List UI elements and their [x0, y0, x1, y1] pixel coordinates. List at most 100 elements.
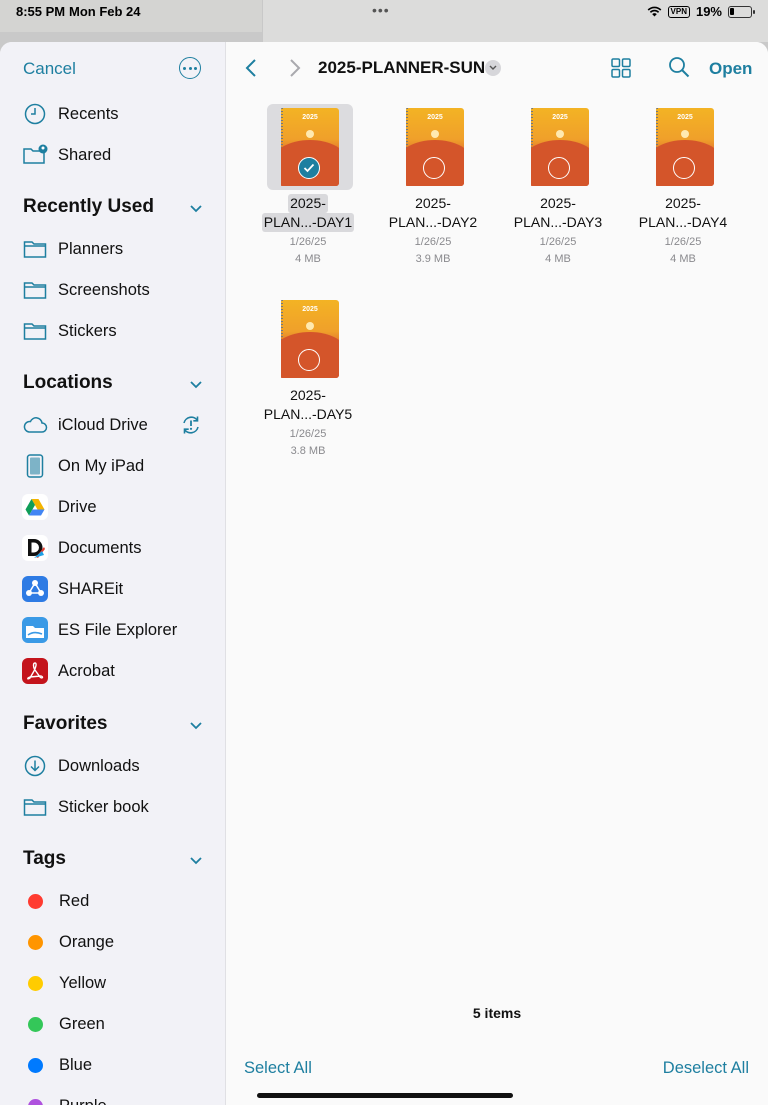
ipad-icon — [22, 453, 48, 479]
file-meta: 1/26/25 3.9 MB — [378, 234, 488, 268]
more-options-icon[interactable] — [179, 57, 201, 79]
cover-year: 2025 — [302, 306, 318, 313]
sidebar-item-shared[interactable]: Shared — [22, 140, 111, 170]
shareit-icon — [22, 576, 48, 602]
file-name: 2025- PLAN...-DAY3 — [513, 195, 603, 230]
chevron-down-icon[interactable] — [188, 377, 204, 393]
file-thumbnail[interactable]: 2025 — [517, 104, 603, 190]
file-date: 1/26/25 — [414, 236, 452, 248]
vpn-badge: VPN — [667, 5, 690, 18]
file-thumbnail[interactable]: 2025 — [642, 104, 728, 190]
clock-icon — [22, 101, 48, 127]
back-chevron-icon[interactable] — [242, 57, 260, 79]
sidebar-item-drive[interactable]: Drive — [22, 492, 97, 522]
file-meta: 1/26/25 3.8 MB — [253, 426, 363, 460]
selection-checkmark-icon[interactable] — [298, 157, 320, 179]
file-item-day1[interactable]: 2025 2025- PLAN...-DAY1 1/26/25 4 MB — [253, 104, 363, 265]
sidebar-item-acrobat[interactable]: Acrobat — [22, 656, 115, 686]
tag-color-dot — [28, 1016, 43, 1032]
sidebar-item-label: Sticker book — [58, 797, 149, 816]
sidebar-tag-orange[interactable]: Orange — [22, 927, 114, 957]
deselect-all-button[interactable]: Deselect All — [663, 1059, 749, 1078]
open-button[interactable]: Open — [709, 59, 752, 79]
file-size: 3.8 MB — [290, 445, 326, 457]
sidebar-item-shareit[interactable]: SHAREit — [22, 574, 123, 604]
file-item-day3[interactable]: 2025 2025- PLAN...-DAY3 1/26/25 4 MB — [503, 104, 613, 265]
selection-circle-icon[interactable] — [298, 349, 320, 371]
sidebar-item-label: Planners — [58, 239, 124, 258]
sidebar-item-sticker-book[interactable]: Sticker book — [22, 792, 149, 822]
cancel-button[interactable]: Cancel — [23, 59, 76, 79]
chevron-down-icon[interactable] — [188, 201, 204, 217]
tag-label: Red — [59, 891, 90, 910]
sidebar-item-label: Acrobat — [58, 661, 115, 680]
file-name: 2025- PLAN...-DAY5 — [263, 387, 353, 422]
sidebar-item-es-file-explorer[interactable]: ES File Explorer — [22, 615, 177, 645]
file-meta: 1/26/25 4 MB — [253, 234, 363, 268]
icloud-sync-warning-icon[interactable] — [180, 414, 202, 436]
item-count: 5 items — [472, 1005, 522, 1021]
folder-icon — [22, 236, 48, 262]
title-menu-chevron-icon[interactable] — [485, 60, 501, 76]
sidebar-item-documents[interactable]: Documents — [22, 533, 141, 563]
sidebar-item-label: Shared — [58, 145, 112, 164]
file-thumbnail[interactable]: 2025 — [392, 104, 478, 190]
search-icon[interactable] — [668, 56, 690, 78]
cover-year: 2025 — [302, 114, 318, 121]
cover-year: 2025 — [552, 114, 568, 121]
grid-view-icon[interactable] — [611, 58, 631, 78]
sidebar-item-on-my-ipad[interactable]: On My iPad — [22, 451, 144, 481]
multitasking-dots-icon[interactable]: ••• — [372, 2, 390, 18]
sidebar-item-label: On My iPad — [58, 456, 145, 475]
file-thumbnail[interactable]: 2025 — [267, 104, 353, 190]
file-size: 3.9 MB — [415, 253, 451, 265]
cover-year: 2025 — [427, 114, 443, 121]
tag-color-dot — [28, 1057, 43, 1073]
file-date: 1/26/25 — [289, 236, 327, 248]
sidebar-item-downloads[interactable]: Downloads — [22, 751, 140, 781]
sidebar-item-stickers[interactable]: Stickers — [22, 316, 117, 346]
tag-label: Blue — [59, 1055, 93, 1074]
file-item-day2[interactable]: 2025 2025- PLAN...-DAY2 1/26/25 3.9 MB — [378, 104, 488, 265]
selection-circle-icon[interactable] — [673, 157, 695, 179]
file-date: 1/26/25 — [539, 236, 577, 248]
sidebar-item-icloud-drive[interactable]: iCloud Drive — [22, 410, 148, 440]
sidebar-item-label: Downloads — [58, 756, 140, 775]
home-indicator[interactable] — [257, 1093, 513, 1098]
selection-circle-icon[interactable] — [548, 157, 570, 179]
cover-year: 2025 — [677, 114, 693, 121]
documents-app-icon — [22, 535, 48, 561]
sidebar-item-screenshots[interactable]: Screenshots — [22, 275, 150, 305]
sidebar-item-planners[interactable]: Planners — [22, 234, 123, 264]
file-size: 4 MB — [295, 253, 321, 265]
select-all-button[interactable]: Select All — [244, 1059, 312, 1078]
sidebar-tag-green[interactable]: Green — [22, 1009, 105, 1039]
sidebar-item-label: Screenshots — [58, 280, 150, 299]
file-item-day4[interactable]: 2025 2025- PLAN...-DAY4 1/26/25 4 MB — [628, 104, 738, 265]
sidebar-item-recents[interactable]: Recents — [22, 99, 119, 129]
status-time: 8:55 PM — [16, 4, 66, 19]
folder-title[interactable]: 2025-PLANNER-SUN — [318, 58, 485, 78]
file-meta: 1/26/25 4 MB — [503, 234, 613, 268]
tag-label: Yellow — [59, 973, 107, 992]
section-title-recently-used: Recently Used — [23, 196, 154, 217]
file-thumbnail[interactable]: 2025 — [267, 296, 353, 382]
sidebar-item-label: SHAREit — [58, 579, 124, 598]
tag-label: Orange — [59, 932, 115, 951]
sidebar-tag-red[interactable]: Red — [22, 886, 89, 916]
sidebar-tag-blue[interactable]: Blue — [22, 1050, 92, 1080]
cloud-icon — [22, 412, 48, 438]
file-item-day5[interactable]: 2025 2025- PLAN...-DAY5 1/26/25 3.8 MB — [253, 296, 363, 457]
chevron-down-icon[interactable] — [188, 853, 204, 869]
chevron-down-icon[interactable] — [188, 718, 204, 734]
sidebar-tag-yellow[interactable]: Yellow — [22, 968, 106, 998]
status-indicators: VPN 19% — [647, 4, 755, 19]
sidebar-item-label: Documents — [58, 538, 142, 557]
tag-color-dot — [28, 975, 43, 991]
forward-chevron-icon[interactable] — [286, 57, 304, 79]
sidebar-tag-purple[interactable]: Purple — [22, 1091, 107, 1105]
battery-icon — [728, 5, 755, 18]
tag-color-dot — [28, 1098, 43, 1105]
sidebar-item-label: Recents — [58, 104, 119, 123]
selection-circle-icon[interactable] — [423, 157, 445, 179]
